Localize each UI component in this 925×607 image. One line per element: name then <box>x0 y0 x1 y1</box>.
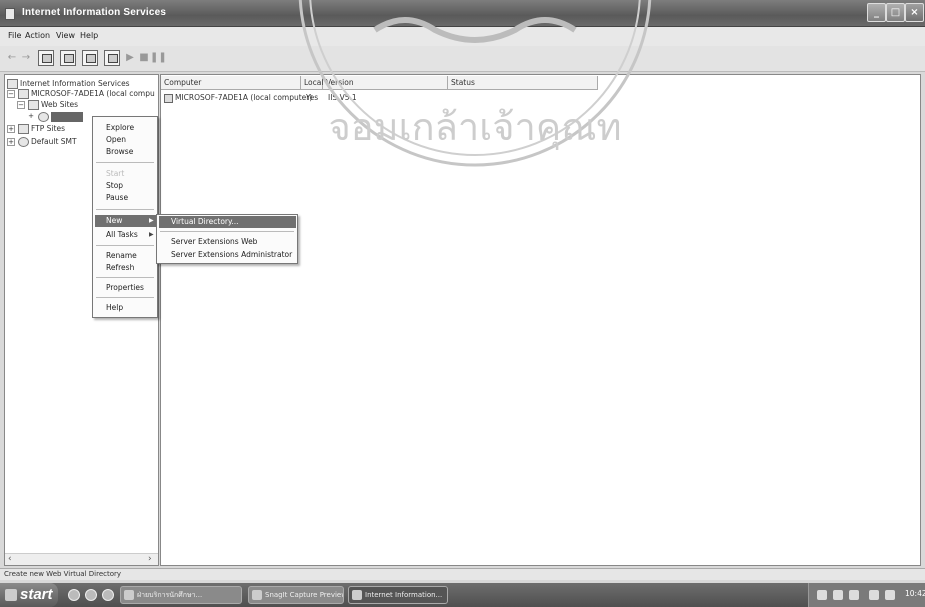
volume-icon[interactable] <box>869 590 879 600</box>
menu-file[interactable]: File <box>8 31 21 40</box>
website-icon <box>38 112 49 122</box>
system-tray: 10:42 <box>808 583 925 607</box>
app-icon <box>5 8 15 20</box>
menu-item-all-tasks[interactable]: All Tasks <box>106 230 138 239</box>
menu-bar: File Action View Help <box>0 27 925 46</box>
menu-separator <box>96 162 154 163</box>
quicklaunch-icon[interactable] <box>68 589 80 601</box>
selected-node-label <box>51 112 83 122</box>
column-header-computer[interactable]: Computer <box>161 76 301 90</box>
menu-help[interactable]: Help <box>80 31 98 40</box>
pause-icon[interactable]: ❚❚ <box>150 51 167 65</box>
minimize-button[interactable]: _ <box>867 3 886 22</box>
iis-icon <box>7 79 18 89</box>
menu-separator <box>160 231 294 232</box>
scroll-right-icon[interactable]: › <box>148 554 152 564</box>
menu-item-rename[interactable]: Rename <box>106 251 137 260</box>
menu-item-properties[interactable]: Properties <box>106 283 144 292</box>
cell-computer: MICROSOF-7ADE1A (local computer) <box>175 93 313 102</box>
column-header-version[interactable]: Version <box>323 76 448 90</box>
taskbar: start ฝ่ายบริการนักศึกษา... SnagIt Captu… <box>0 583 925 607</box>
start-button[interactable]: start <box>0 583 58 607</box>
menu-item-help[interactable]: Help <box>106 303 123 312</box>
forward-arrow-icon[interactable]: → <box>18 51 34 65</box>
menu-item-pause[interactable]: Pause <box>106 193 128 202</box>
taskbar-button-active[interactable]: Internet Information... <box>348 586 448 604</box>
collapse-icon[interactable]: − <box>7 90 15 98</box>
menu-separator <box>96 209 154 210</box>
scroll-left-icon[interactable]: ‹ <box>8 554 12 564</box>
expand-icon[interactable]: + <box>7 125 15 133</box>
computer-icon <box>18 89 29 99</box>
column-header-status[interactable]: Status <box>448 76 598 90</box>
smtp-icon <box>18 137 29 147</box>
menu-highlight <box>95 215 156 227</box>
quicklaunch-icon[interactable] <box>85 589 97 601</box>
submenu-item-server-extensions-admin[interactable]: Server Extensions Administrator <box>171 250 292 259</box>
tray-icon[interactable] <box>817 590 827 600</box>
menu-item-explore[interactable]: Explore <box>106 123 134 132</box>
cell-local: Yes <box>306 93 319 102</box>
column-header-local[interactable]: Local <box>301 76 323 90</box>
collapse-icon[interactable]: − <box>17 101 25 109</box>
menu-separator <box>96 245 154 246</box>
expand-icon[interactable]: + <box>7 138 15 146</box>
start-label: start <box>20 586 53 603</box>
menu-separator <box>96 297 154 298</box>
menu-item-open[interactable]: Open <box>106 135 126 144</box>
network-icon[interactable] <box>885 590 895 600</box>
folder-icon <box>18 124 29 134</box>
submenu-item-server-extensions-web[interactable]: Server Extensions Web <box>171 237 257 246</box>
status-bar: Create new Web Virtual Directory <box>0 568 925 580</box>
menu-view[interactable]: View <box>56 31 75 40</box>
cell-version: IIS V5.1 <box>328 93 357 102</box>
taskbar-button[interactable]: SnagIt Capture Preview <box>248 586 344 604</box>
menu-item-refresh[interactable]: Refresh <box>106 263 134 272</box>
computer-icon[interactable] <box>104 50 120 66</box>
close-button[interactable]: × <box>905 3 924 22</box>
properties-icon[interactable] <box>60 50 76 66</box>
expand-icon[interactable]: + <box>27 113 35 121</box>
title-bar[interactable]: Internet Information Services _ □ × <box>0 0 925 27</box>
export-list-icon[interactable] <box>82 50 98 66</box>
list-pane[interactable]: Computer Local Version Status MICROSOF-7… <box>160 74 921 566</box>
menu-item-stop[interactable]: Stop <box>106 181 123 190</box>
show-hide-tree-icon[interactable] <box>38 50 54 66</box>
menu-item-new[interactable]: New <box>106 216 122 225</box>
new-submenu: Virtual Directory... Server Extensions W… <box>156 214 298 264</box>
clock: 10:42 <box>905 589 925 598</box>
folder-icon <box>28 100 39 110</box>
computer-icon <box>164 94 173 103</box>
quicklaunch-icon[interactable] <box>102 589 114 601</box>
context-menu: Explore Open Browse Start Stop Pause New… <box>92 116 158 318</box>
submenu-arrow-icon: ▶ <box>149 217 154 224</box>
maximize-button[interactable]: □ <box>886 3 905 22</box>
menu-item-browse[interactable]: Browse <box>106 147 133 156</box>
tray-icon[interactable] <box>849 590 859 600</box>
tray-icon[interactable] <box>833 590 843 600</box>
window-title: Internet Information Services <box>22 7 167 18</box>
menu-item-start[interactable]: Start <box>106 169 124 178</box>
horizontal-scrollbar[interactable]: ‹ › <box>5 553 158 565</box>
toolbar: ← → ▶ ■ ❚❚ <box>0 46 925 72</box>
windows-flag-icon <box>5 589 17 601</box>
status-text: Create new Web Virtual Directory <box>4 570 122 578</box>
submenu-arrow-icon: ▶ <box>149 231 154 238</box>
menu-separator <box>96 277 154 278</box>
menu-action[interactable]: Action <box>25 31 50 40</box>
taskbar-button[interactable]: ฝ่ายบริการนักศึกษา... <box>120 586 242 604</box>
submenu-item-virtual-directory[interactable]: Virtual Directory... <box>171 217 239 226</box>
